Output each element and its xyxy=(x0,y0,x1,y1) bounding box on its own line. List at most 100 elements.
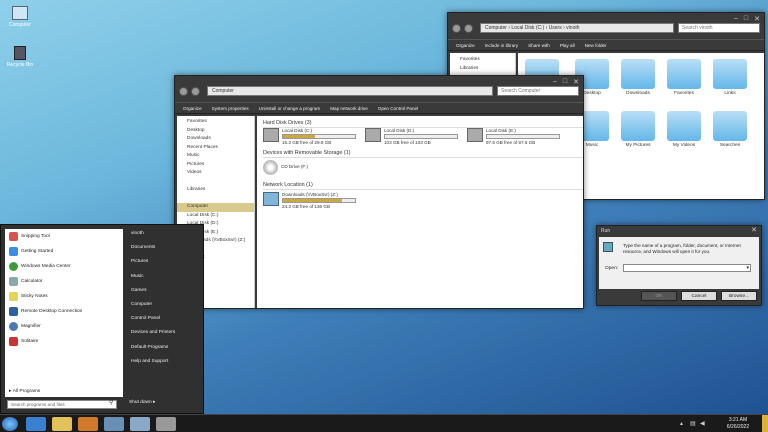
nav-libraries[interactable]: Libraries xyxy=(177,186,254,195)
shutdown-button[interactable]: Shut down ▸ xyxy=(129,400,155,405)
nav-favorites[interactable]: Favorites xyxy=(450,56,515,65)
chevron-down-icon[interactable]: ▾ xyxy=(746,265,749,271)
cancel-button[interactable]: Cancel xyxy=(681,291,717,301)
network-tray-icon[interactable]: ▤ xyxy=(690,420,696,427)
system-properties-button[interactable]: System properties xyxy=(212,106,249,111)
start-item-solitaire[interactable]: Solitaire xyxy=(5,334,123,349)
organize-button[interactable]: Organize xyxy=(183,106,202,111)
explorer-window-computer[interactable]: – □ ✕ Computer Search Computer Organize Sy… xyxy=(174,75,584,309)
start-link-help-support[interactable]: Help and Support xyxy=(125,355,203,369)
back-button[interactable] xyxy=(452,23,461,33)
network-taskbar-icon[interactable] xyxy=(156,417,176,431)
start-item-magnifier[interactable]: Magnifier xyxy=(5,319,123,334)
nav-local-disk-c[interactable]: Local Disk (C:) xyxy=(177,212,254,221)
organize-button[interactable]: Organize xyxy=(456,43,475,48)
start-link-music[interactable]: Music xyxy=(125,270,203,284)
start-menu[interactable]: Snipping Tool Getting Started Windows Me… xyxy=(0,224,204,414)
start-item-media-center[interactable]: Windows Media Center xyxy=(5,259,123,274)
ok-button[interactable]: OK xyxy=(641,291,677,301)
include-library-button[interactable]: Include in library xyxy=(485,43,518,48)
new-folder-button[interactable]: New folder xyxy=(585,43,607,48)
all-programs-button[interactable]: ▸ All Programs xyxy=(9,389,40,394)
folder-downloads[interactable]: Downloads xyxy=(618,59,658,96)
nav-libraries[interactable]: Libraries xyxy=(450,65,515,74)
play-all-button[interactable]: Play all xyxy=(560,43,575,48)
forward-button[interactable] xyxy=(464,23,473,33)
folder-favorites[interactable]: Favorites xyxy=(664,59,704,96)
nav-desktop[interactable]: Desktop xyxy=(177,127,254,136)
nav-computer[interactable]: Computer xyxy=(177,203,254,212)
start-link-default-programs[interactable]: Default Programs xyxy=(125,341,203,355)
start-link-games[interactable]: Games xyxy=(125,284,203,298)
start-item-snipping-tool[interactable]: Snipping Tool xyxy=(5,229,123,244)
start-item-remote-desktop[interactable]: Remote Desktop Connection xyxy=(5,304,123,319)
maximize-icon[interactable]: □ xyxy=(744,15,748,23)
start-button[interactable] xyxy=(2,417,18,431)
minimize-icon[interactable]: – xyxy=(734,15,738,23)
forward-button[interactable] xyxy=(191,86,200,96)
maximize-icon[interactable]: □ xyxy=(563,78,567,86)
minimize-icon[interactable]: – xyxy=(553,78,557,86)
start-item-sticky-notes[interactable]: Sticky Notes xyxy=(5,289,123,304)
drive-e[interactable]: Local Disk (E:) 97.5 GB free of 97.6 GB xyxy=(467,128,560,145)
cd-drive-icon xyxy=(263,160,278,175)
cd-drive-f[interactable]: CD Drive (F:) xyxy=(263,160,308,175)
open-combobox[interactable]: ▾ xyxy=(623,264,751,272)
run-taskbar-icon[interactable] xyxy=(104,417,124,431)
nav-favorites[interactable]: Favorites xyxy=(177,118,254,127)
address-bar[interactable]: Computer › Local Disk (C:) › Users › vin… xyxy=(480,23,674,33)
start-item-calculator[interactable]: Calculator xyxy=(5,274,123,289)
start-link-devices-printers[interactable]: Devices and Printers xyxy=(125,326,203,340)
map-network-drive-button[interactable]: Map network drive xyxy=(330,106,368,111)
media-player-icon[interactable] xyxy=(78,417,98,431)
nav-pictures[interactable]: Pictures xyxy=(177,161,254,170)
browse-button[interactable]: Browse... xyxy=(721,291,757,301)
arrow-right-icon[interactable]: ▸ xyxy=(153,400,155,405)
run-title: Run xyxy=(601,228,611,234)
folder-my-pictures[interactable]: My Pictures xyxy=(618,111,658,148)
share-with-button[interactable]: Share with xyxy=(528,43,550,48)
start-link-documents[interactable]: Documents xyxy=(125,241,203,255)
clock[interactable]: 3:21 AM 6/26/2022 xyxy=(716,417,760,430)
close-icon[interactable]: ✕ xyxy=(751,226,757,234)
search-input[interactable]: Search vinoth xyxy=(678,23,760,33)
folder-links[interactable]: Links xyxy=(710,59,750,96)
back-button[interactable] xyxy=(179,86,188,96)
volume-icon[interactable]: ◀ xyxy=(700,420,705,427)
section-hard-disk-drives: Hard Disk Drives (3) xyxy=(263,120,583,128)
folder-searches[interactable]: Searches xyxy=(710,111,750,148)
run-dialog[interactable]: Run ✕ Type the name of a program, folder… xyxy=(596,225,762,306)
file-explorer-icon[interactable] xyxy=(52,417,72,431)
tray-arrow-icon[interactable]: ▴ xyxy=(680,420,683,427)
nav-music[interactable]: Music xyxy=(177,152,254,161)
open-control-panel-button[interactable]: Open Control Panel xyxy=(378,106,418,111)
start-item-getting-started[interactable]: Getting Started xyxy=(5,244,123,259)
drive-c[interactable]: Local Disk (C:) 16.3 GB free of 29.8 GB xyxy=(263,128,356,145)
start-link-control-panel[interactable]: Control Panel xyxy=(125,312,203,326)
internet-explorer-icon[interactable] xyxy=(26,417,46,431)
window-controls[interactable]: – □ ✕ xyxy=(553,78,579,86)
start-link-user[interactable]: vinoth xyxy=(125,227,203,241)
search-icon[interactable]: ⚲ xyxy=(109,399,113,406)
nav-downloads[interactable]: Downloads xyxy=(177,135,254,144)
links-folder-icon xyxy=(713,59,747,89)
snipping-taskbar-icon[interactable] xyxy=(130,417,150,431)
start-link-pictures[interactable]: Pictures xyxy=(125,255,203,269)
desktop-icon-computer[interactable]: Computer xyxy=(0,6,40,28)
show-desktop-button[interactable] xyxy=(762,415,768,432)
folder-my-videos[interactable]: My Videos xyxy=(664,111,704,148)
drive-usage-bar xyxy=(384,134,458,139)
uninstall-program-button[interactable]: Uninstall or change a program xyxy=(259,106,321,111)
network-drive-z[interactable]: Downloads (\\VBoxSvr) (Z:) 24.3 GB free o… xyxy=(263,192,356,209)
nav-recent-places[interactable]: Recent Places xyxy=(177,144,254,153)
start-link-computer[interactable]: Computer xyxy=(125,298,203,312)
close-icon[interactable]: ✕ xyxy=(573,78,579,86)
close-icon[interactable]: ✕ xyxy=(754,15,760,23)
start-search-input[interactable]: Search programs and files xyxy=(7,400,117,409)
address-bar[interactable]: Computer xyxy=(207,86,493,96)
desktop-icon-recycle-bin[interactable]: Recycle Bin xyxy=(0,46,40,68)
window-controls[interactable]: – □ ✕ xyxy=(734,15,760,23)
nav-videos[interactable]: Videos xyxy=(177,169,254,178)
search-input[interactable]: Search Computer xyxy=(497,86,579,96)
drive-d[interactable]: Local Disk (D:) 103 GB free of 103 GB xyxy=(365,128,458,145)
